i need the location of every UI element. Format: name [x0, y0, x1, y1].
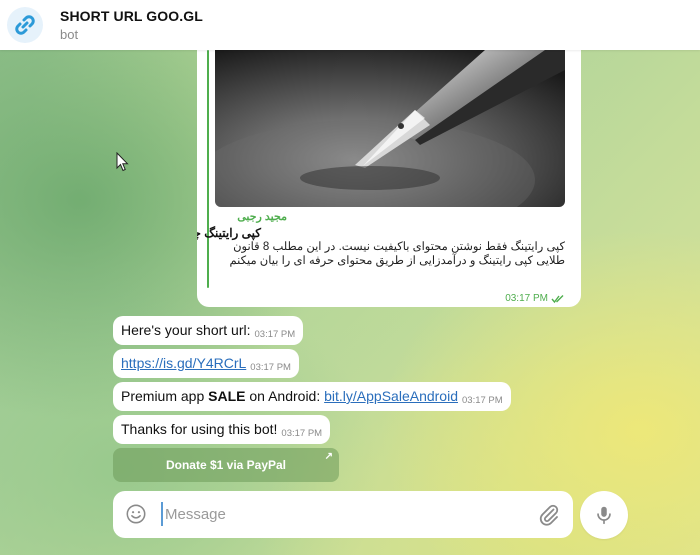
preview-title: کپی رایتینگ چیست ؟: [197, 226, 261, 240]
double-check-icon: [551, 294, 564, 303]
external-link-icon: ↗: [324, 451, 333, 462]
message-meta: 03:17 PM: [505, 293, 565, 304]
microphone-icon: [597, 506, 611, 525]
message-bubble[interactable]: https://is.gd/Y4RCrL 03:17 PM: [113, 349, 299, 378]
mouse-cursor-icon: [116, 152, 129, 172]
chat-title: SHORT URL GOO.GL: [60, 8, 203, 24]
preview-image[interactable]: [215, 50, 565, 207]
smile-icon[interactable]: [125, 503, 147, 525]
message-text-prefix: Premium app: [121, 388, 209, 404]
app-sale-link[interactable]: bit.ly/AppSaleAndroid: [324, 388, 458, 404]
message-text: Here's your short url:: [121, 322, 251, 338]
link-icon: [15, 15, 35, 35]
message-text-bold: SALE: [208, 388, 246, 404]
donate-paypal-button[interactable]: Donate $1 via PayPal ↗: [113, 448, 339, 482]
message-time: 03:17 PM: [505, 293, 548, 304]
fountain-pen-icon: [215, 50, 565, 207]
link-preview-bubble[interactable]: مجید رجبی کپی رایتینگ چیست ؟ کپی رایتینگ…: [197, 50, 581, 307]
donate-button-label: Donate $1 via PayPal: [165, 458, 287, 472]
message-time: 03:17 PM: [281, 428, 323, 439]
message-time: 03:17 PM: [250, 362, 291, 373]
paperclip-icon[interactable]: [537, 503, 561, 527]
microphone-button[interactable]: [580, 491, 628, 539]
message-bubble[interactable]: Here's your short url: 03:17 PM: [113, 316, 304, 345]
message-time: 03:17 PM: [462, 395, 503, 406]
chat-header[interactable]: SHORT URL GOO.GL bot: [0, 0, 700, 50]
chat-subtitle: bot: [60, 27, 79, 42]
message-bubble[interactable]: Premium app SALE on Android: bit.ly/AppS…: [113, 382, 511, 411]
message-bubble[interactable]: Thanks for using this bot! 03:17 PM: [113, 415, 331, 444]
short-url-link[interactable]: https://is.gd/Y4RCrL: [121, 349, 246, 378]
bot-avatar[interactable]: [7, 7, 43, 43]
preview-accent-bar: [207, 50, 209, 288]
message-time: 03:17 PM: [254, 329, 296, 340]
header-text: SHORT URL GOO.GL bot: [60, 8, 203, 42]
message-composer[interactable]: [113, 491, 573, 538]
message-input[interactable]: [161, 502, 531, 526]
message-text-middle: on Android:: [245, 388, 325, 404]
message-text: Premium app SALE on Android: bit.ly/AppS…: [121, 382, 458, 411]
preview-author: مجید رجبی: [237, 211, 287, 223]
preview-description: کپی رایتینگ فقط نوشتن محتوای باکیفیت نیس…: [229, 241, 566, 267]
message-text: Thanks for using this bot!: [121, 421, 278, 437]
